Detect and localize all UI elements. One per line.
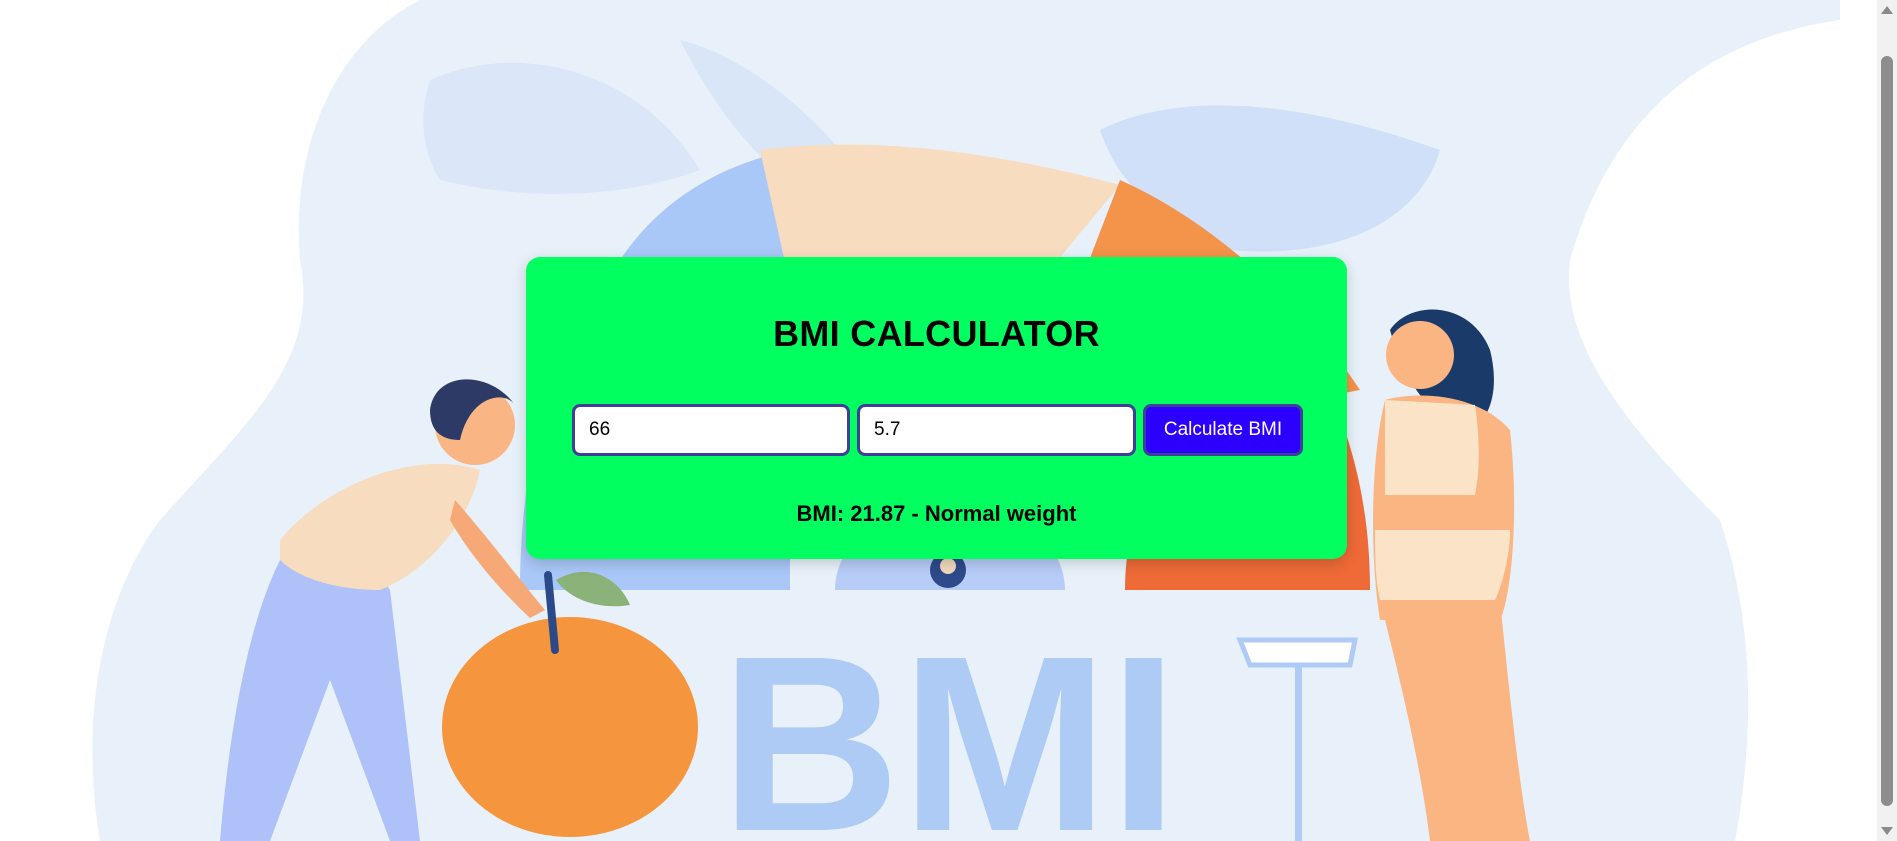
bmi-calculator-card: BMI CALCULATOR Calculate BMI BMI: 21.87 … (526, 257, 1347, 559)
scale-post (1295, 665, 1302, 841)
apple (442, 617, 698, 837)
scale-top (1236, 637, 1359, 668)
right-woman-top (1385, 400, 1479, 495)
right-woman-shorts (1375, 530, 1510, 600)
bmi-result-text: BMI: 21.87 - Normal weight (796, 501, 1077, 526)
weight-input[interactable] (572, 404, 850, 456)
scroll-down-icon[interactable] (1881, 827, 1893, 835)
calculate-bmi-button[interactable]: Calculate BMI (1143, 404, 1303, 456)
vertical-scrollbar[interactable] (1877, 0, 1897, 841)
gauge-pivot-inner (940, 558, 956, 574)
page-viewport: BMI BMI CALCULATOR Calculate BMI BMI: 21… (0, 0, 1877, 841)
scrollbar-thumb[interactable] (1881, 56, 1893, 806)
right-woman-head (1386, 321, 1454, 389)
page-title: BMI CALCULATOR (773, 313, 1100, 354)
height-input[interactable] (857, 404, 1136, 456)
bmi-banner-text: BMI (720, 604, 1178, 841)
scroll-up-icon[interactable] (1881, 6, 1893, 14)
